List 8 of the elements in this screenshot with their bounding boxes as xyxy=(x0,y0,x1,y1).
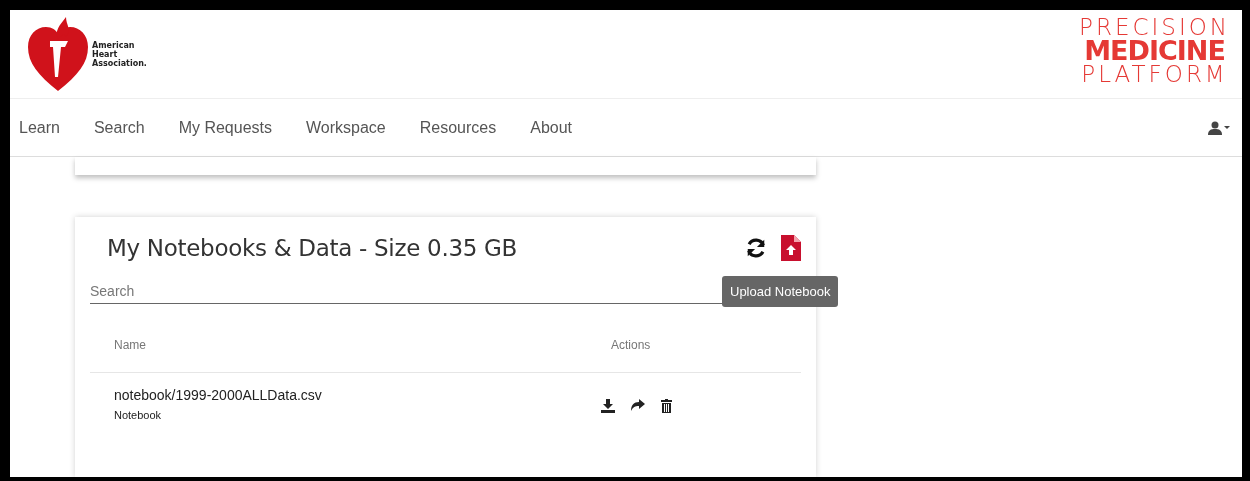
file-name: notebook/1999-2000ALLData.csv xyxy=(114,387,323,403)
file-type: Notebook xyxy=(114,409,163,421)
tooltip: Upload Notebook xyxy=(722,276,839,307)
column-header: Actions xyxy=(611,338,652,352)
organization-logo-text: American Heart Association. xyxy=(92,40,147,68)
column-header: Name xyxy=(114,338,147,352)
platform-logo: PRECISION MEDICINE PLATFORM xyxy=(1079,15,1230,88)
card-title: My Notebooks & Data - Size 0.35 GB xyxy=(107,235,519,261)
